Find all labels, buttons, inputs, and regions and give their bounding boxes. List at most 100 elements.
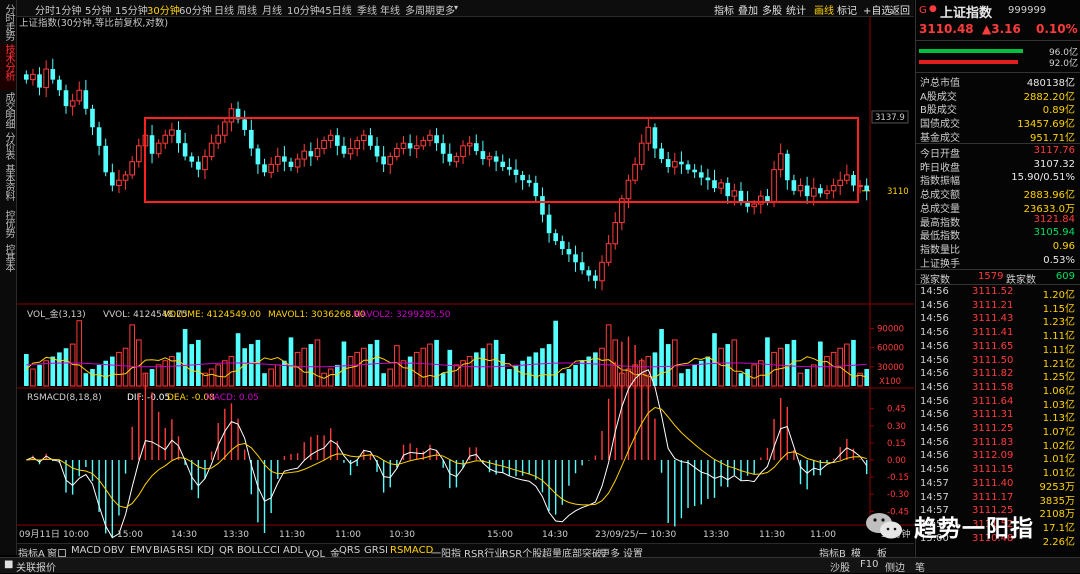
candle-up[interactable] (731, 190, 738, 197)
candle-down[interactable] (57, 79, 62, 91)
indicator-tab-7[interactable]: KDJ (197, 545, 214, 556)
toolbar-right-3[interactable]: 统计 (786, 2, 806, 17)
candle-down[interactable] (573, 254, 578, 263)
tick-row[interactable]: 14:56 3111.50 1.21亿 (916, 355, 1080, 370)
indicator-tab-15[interactable]: RSMACD (390, 545, 433, 556)
candle-up[interactable] (771, 169, 777, 202)
candle-up[interactable] (605, 243, 612, 263)
candle-up[interactable] (394, 147, 400, 157)
period-tab-11[interactable]: 季线 (357, 2, 377, 17)
candle-down[interactable] (262, 164, 267, 173)
candle-up[interactable] (222, 121, 228, 136)
candle-down[interactable] (864, 185, 870, 191)
period-tab-3[interactable]: 15分钟 (115, 2, 148, 17)
indicator-tab-4[interactable]: EMV (130, 545, 152, 556)
period-tab-5[interactable]: 60分钟 (179, 2, 212, 17)
candle-down[interactable] (23, 74, 29, 80)
chevron-down-icon[interactable]: ▾ (454, 3, 458, 12)
candle-up[interactable] (751, 203, 758, 208)
candle-down[interactable] (659, 148, 664, 160)
left-tab-3[interactable]: 分价表 (0, 132, 16, 162)
candle-down[interactable] (593, 275, 598, 281)
tick-row[interactable]: 14:56 3111.64 1.03亿 (916, 396, 1080, 411)
candle-down[interactable] (804, 185, 810, 197)
candle-down[interactable] (540, 196, 545, 215)
candle-up[interactable] (638, 142, 645, 165)
tick-row[interactable]: 14:56 3111.25 1.07亿 (916, 423, 1080, 438)
candle-down[interactable] (308, 151, 314, 157)
left-tab-0[interactable]: 分时走势 (0, 4, 16, 42)
candle-up[interactable] (301, 150, 308, 160)
tick-row[interactable]: 14:57 3111.17 3835万 (916, 492, 1080, 507)
candle-down[interactable] (851, 174, 856, 186)
indicator-tab-9[interactable]: BOLL (237, 545, 263, 556)
candle-up[interactable] (645, 126, 652, 144)
period-tab-2[interactable]: 5分钟 (85, 2, 111, 17)
toolbar-right-1[interactable]: 叠加 (738, 2, 758, 17)
tick-row[interactable]: 14:57 3111.40 9253万 (916, 478, 1080, 493)
candle-up[interactable] (837, 179, 844, 187)
tick-row[interactable]: 14:56 3111.52 1.20亿 (916, 286, 1080, 301)
period-tab-7[interactable]: 周线 (237, 2, 257, 17)
candle-up[interactable] (413, 145, 420, 149)
candle-down[interactable] (493, 156, 499, 162)
candle-up[interactable] (116, 179, 122, 187)
candle-down[interactable] (50, 69, 56, 80)
candle-down[interactable] (579, 262, 585, 271)
candle-up[interactable] (162, 134, 169, 144)
left-tab-2[interactable]: 成交明细 (0, 92, 16, 130)
candle-down[interactable] (149, 135, 155, 154)
indicator-tab-10[interactable]: CCI (263, 545, 280, 556)
candle-down[interactable] (480, 151, 486, 160)
candle-down[interactable] (103, 145, 109, 173)
candle-up[interactable] (625, 179, 632, 200)
candle-down[interactable] (705, 177, 711, 181)
candle-down[interactable] (176, 129, 181, 144)
toolbar-right-4[interactable]: 画线 (814, 2, 834, 17)
candle-up[interactable] (208, 142, 215, 157)
candle-up[interactable] (632, 163, 638, 181)
left-tab-4[interactable]: 基本资料 (0, 164, 16, 208)
tick-row[interactable]: 14:56 3111.58 1.06亿 (916, 382, 1080, 397)
candle-down[interactable] (407, 143, 413, 149)
indicator-tab-5[interactable]: BIAS (153, 545, 176, 556)
left-tab-1[interactable]: 技术分析 (0, 44, 16, 90)
candle-down[interactable] (520, 174, 525, 181)
candle-down[interactable] (37, 74, 42, 88)
candle-up[interactable] (274, 155, 281, 165)
candle-up[interactable] (830, 185, 837, 192)
candle-up[interactable] (486, 155, 493, 160)
candle-up[interactable] (294, 158, 301, 168)
left-tab-6[interactable]: 控基本 (0, 244, 16, 280)
period-tab-8[interactable]: 月线 (262, 2, 282, 17)
candle-down[interactable] (818, 188, 823, 194)
candle-up[interactable] (844, 174, 850, 181)
candle-down[interactable] (255, 148, 261, 165)
candle-up[interactable] (599, 261, 605, 282)
candle-down[interactable] (341, 145, 347, 154)
candle-down[interactable] (665, 159, 671, 167)
candle-down[interactable] (566, 249, 572, 255)
candle-down[interactable] (282, 156, 287, 162)
toolbar-right-0[interactable]: 指标 (714, 2, 734, 17)
toolbar-right-6[interactable]: +自选 (863, 2, 891, 17)
status-item-2[interactable]: F10 (860, 559, 878, 570)
candle-up[interactable] (155, 142, 162, 155)
period-tab-14[interactable]: 更多 (435, 2, 455, 17)
kline-chart[interactable]: 上证指数(30分钟,等比前复权,对数) 3137.9 3110 VOL_金(3,13)… (17, 17, 914, 542)
period-tab-1[interactable]: 1分钟 (55, 2, 81, 17)
candle-up[interactable] (321, 140, 327, 149)
tick-row[interactable]: 14:56 3111.65 1.11亿 (916, 341, 1080, 356)
candle-up[interactable] (671, 161, 678, 168)
candle-down[interactable] (248, 129, 254, 149)
candle-up[interactable] (169, 129, 175, 136)
candle-up[interactable] (327, 134, 334, 142)
candle-down[interactable] (559, 241, 565, 250)
candle-down[interactable] (507, 167, 512, 170)
candle-up[interactable] (777, 153, 784, 171)
candle-down[interactable] (368, 135, 373, 146)
candle-down[interactable] (335, 135, 340, 146)
tick-row[interactable]: 14:56 3111.21 1.15亿 (916, 300, 1080, 315)
candle-up[interactable] (387, 155, 394, 165)
candle-down[interactable] (513, 169, 519, 175)
